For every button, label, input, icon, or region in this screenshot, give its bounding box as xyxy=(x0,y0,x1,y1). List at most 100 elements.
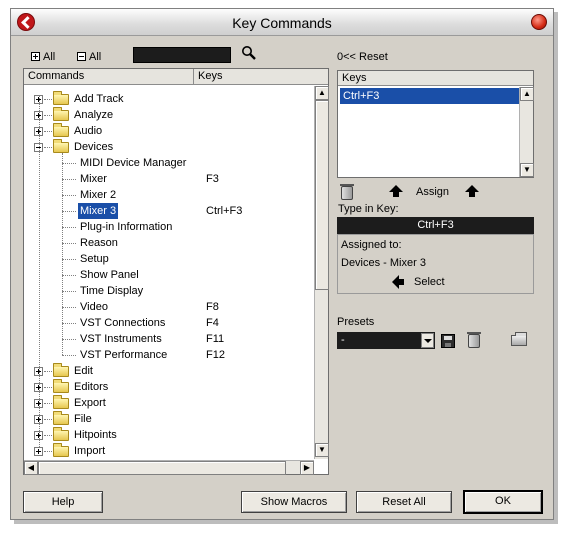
scroll-thumb[interactable] xyxy=(315,100,329,290)
select-button[interactable]: Select xyxy=(414,276,445,288)
tree-connector xyxy=(62,243,76,244)
delete-key-icon[interactable] xyxy=(340,184,354,200)
tree-command-key: F11 xyxy=(206,333,225,345)
tree-connector xyxy=(44,387,52,388)
column-header-keys[interactable]: Keys xyxy=(194,69,329,85)
tree-folder-label: Devices xyxy=(74,141,114,153)
expand-plus-icon[interactable] xyxy=(34,447,43,456)
save-preset-icon[interactable] xyxy=(441,334,455,348)
expand-icon xyxy=(31,52,40,61)
collapse-icon xyxy=(77,52,86,61)
scroll-right-arrow-icon[interactable]: ▶ xyxy=(300,461,314,475)
delete-preset-icon[interactable] xyxy=(467,332,481,348)
folder-icon xyxy=(53,363,69,377)
tree-command-row[interactable]: Mixer F3 xyxy=(24,171,312,187)
column-header-commands[interactable]: Commands xyxy=(24,69,194,85)
tree-folder-row[interactable]: Import xyxy=(24,443,312,459)
scroll-left-arrow-icon[interactable]: ◀ xyxy=(24,461,38,475)
tree-command-label: VST Performance xyxy=(80,349,168,361)
tree-command-row[interactable]: Mixer 3 Ctrl+F3 xyxy=(24,203,312,219)
tree-command-label-selected: Mixer 3 xyxy=(78,203,119,219)
tree-folder-row[interactable]: Editors xyxy=(24,379,312,395)
tree-command-label: Show Panel xyxy=(80,269,139,281)
tree-command-row[interactable]: Mixer 2 xyxy=(24,187,312,203)
tree-folder-row[interactable]: Edit xyxy=(24,363,312,379)
tree-connector xyxy=(62,259,76,260)
folder-icon xyxy=(53,139,69,153)
search-input[interactable] xyxy=(133,47,231,63)
type-in-key-field[interactable]: Ctrl+F3 xyxy=(337,217,534,234)
tree-folder-row[interactable]: Hitpoints xyxy=(24,427,312,443)
tree-folder-row[interactable]: Add Track xyxy=(24,91,312,107)
tree-folder-row[interactable]: Devices xyxy=(24,139,312,155)
tree-command-label: Setup xyxy=(80,253,109,265)
keys-scroll-up-icon[interactable]: ▲ xyxy=(520,87,534,101)
arrow-left-icon xyxy=(392,275,404,289)
tree-connector xyxy=(44,403,52,404)
search-icon[interactable] xyxy=(241,45,257,61)
keys-list-item[interactable]: Ctrl+F3 xyxy=(340,88,520,104)
keys-vertical-scrollbar[interactable]: ▲ ▼ xyxy=(519,87,534,177)
keys-scroll-down-icon[interactable]: ▼ xyxy=(520,163,534,177)
tree-command-row[interactable]: VST Performance F12 xyxy=(24,347,312,363)
tree-command-row[interactable]: VST Connections F4 xyxy=(24,315,312,331)
collapse-all-label: All xyxy=(89,51,102,63)
tree-command-row[interactable]: Setup xyxy=(24,251,312,267)
reset-button[interactable]: 0<< Reset xyxy=(337,51,388,63)
keys-column-header[interactable]: Keys xyxy=(338,71,534,87)
tree-connector xyxy=(62,211,76,212)
tree-command-key: F8 xyxy=(206,301,219,313)
commands-vertical-scrollbar[interactable]: ▲ ▼ xyxy=(314,86,329,459)
assign-button[interactable]: Assign xyxy=(416,186,449,198)
tree-folder-label: Editors xyxy=(74,381,109,393)
expand-all-button[interactable]: All xyxy=(31,51,55,63)
tree-command-key: F4 xyxy=(206,317,219,329)
folder-icon xyxy=(53,411,69,425)
scroll-h-thumb[interactable] xyxy=(38,461,286,475)
open-folder-icon[interactable] xyxy=(511,332,527,346)
help-button[interactable]: Help xyxy=(23,491,103,513)
commands-list-header: Commands Keys xyxy=(24,69,328,85)
tree-command-row[interactable]: Video F8 xyxy=(24,299,312,315)
tree-connector xyxy=(62,339,76,340)
tree-command-label: Mixer 2 xyxy=(80,189,117,201)
folder-icon xyxy=(53,443,69,457)
tree-connector xyxy=(62,179,76,180)
keys-list: Keys Ctrl+F3 ▲ ▼ xyxy=(337,70,534,178)
tree-folder-row[interactable]: Export xyxy=(24,395,312,411)
show-macros-button[interactable]: Show Macros xyxy=(241,491,347,513)
reset-all-button[interactable]: Reset All xyxy=(356,491,452,513)
tree-folder-row[interactable]: File xyxy=(24,411,312,427)
tree-command-label: Reason xyxy=(80,237,118,249)
tree-command-row[interactable]: MIDI Device Manager xyxy=(24,155,312,171)
tree-command-row[interactable]: Reason xyxy=(24,235,312,251)
tree-folder-row[interactable]: Audio xyxy=(24,123,312,139)
scroll-up-arrow-icon[interactable]: ▲ xyxy=(315,86,329,100)
tree-connector xyxy=(44,371,52,372)
scroll-down-arrow-icon[interactable]: ▼ xyxy=(315,443,329,457)
tree-folder-label: Hitpoints xyxy=(74,429,117,441)
tree-command-row[interactable]: VST Instruments F11 xyxy=(24,331,312,347)
tree-connector xyxy=(62,195,76,196)
tree-command-row[interactable]: Time Display xyxy=(24,283,312,299)
folder-icon xyxy=(53,395,69,409)
keys-list-header: Keys xyxy=(338,71,533,86)
close-icon[interactable] xyxy=(531,14,547,30)
commands-horizontal-scrollbar[interactable]: ◀ ▶ xyxy=(24,460,314,475)
tree-command-row[interactable]: Plug-in Information xyxy=(24,219,312,235)
tree-folder-row[interactable]: Analyze xyxy=(24,107,312,123)
arrow-up-icon xyxy=(389,185,403,197)
tree-command-row[interactable]: Show Panel xyxy=(24,267,312,283)
tree-folder-label: Import xyxy=(74,445,106,457)
tree-connector xyxy=(62,323,76,324)
chevron-down-icon[interactable] xyxy=(421,333,434,348)
ok-button[interactable]: OK xyxy=(463,490,543,514)
tree-child-guide-line xyxy=(62,153,63,355)
collapse-all-button[interactable]: All xyxy=(77,51,101,63)
tree-command-label: Time Display xyxy=(80,285,144,297)
tree-folder-label: Analyze xyxy=(74,109,114,121)
tree-command-label: MIDI Device Manager xyxy=(80,157,187,169)
folder-icon xyxy=(53,427,69,441)
tree-connector xyxy=(44,115,52,116)
tree-command-label: Plug-in Information xyxy=(80,221,173,233)
